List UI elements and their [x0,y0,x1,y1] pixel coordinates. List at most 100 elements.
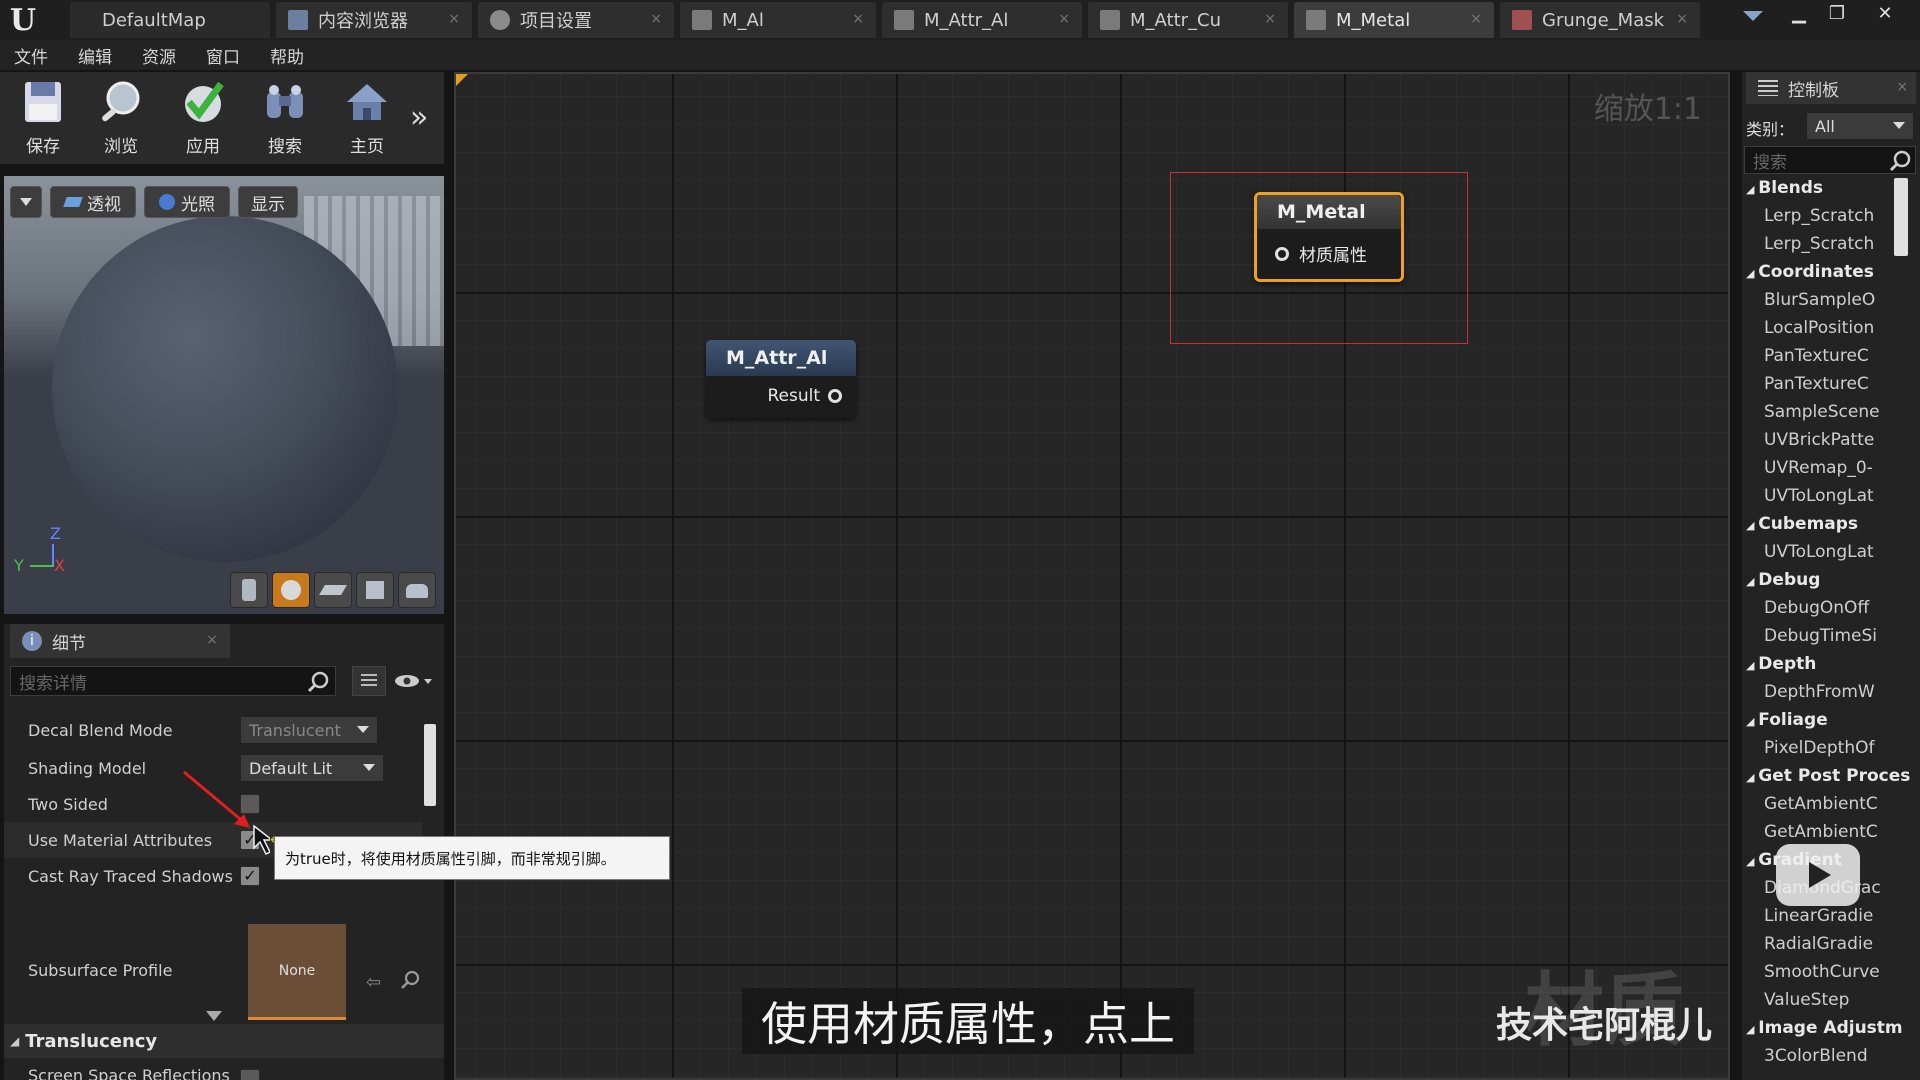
use-selected-arrow-icon[interactable]: ⇦ [366,972,381,993]
palette-item[interactable]: GetAmbientC [1742,822,1894,842]
sphere-preview-button[interactable] [272,572,310,608]
palette-item[interactable]: RadialGradie [1742,934,1894,954]
palette-item[interactable]: Lerp_Scratch [1742,206,1894,226]
palette-category[interactable]: ◢ Depth [1742,654,1918,674]
show-button[interactable]: 显示 [238,186,298,218]
tab-m-attr-cu[interactable]: M_Attr_Cu × [1088,2,1288,38]
teapot-preview-button[interactable] [398,572,436,608]
translucency-section-header[interactable]: ◢ Translucency [4,1024,444,1058]
tab-project-settings[interactable]: 项目设置 × [478,2,674,38]
close-icon[interactable]: × [1676,11,1688,27]
result-output-pin[interactable]: Result [767,386,842,406]
palette-category[interactable]: ◢ Debug [1742,570,1918,590]
close-icon[interactable]: × [1896,79,1908,95]
browse-search-icon[interactable] [400,970,420,990]
home-button[interactable]: 主页 [328,78,406,162]
palette-item[interactable]: UVToLongLat [1742,486,1894,506]
cube-preview-button[interactable] [356,572,394,608]
view-options-icon[interactable] [352,666,386,696]
details-scrollbar[interactable] [424,724,436,806]
close-icon[interactable]: × [852,11,864,27]
menu-edit[interactable]: 编辑 [78,43,112,68]
menu-help[interactable]: 帮助 [270,43,304,68]
plane-preview-button[interactable] [314,572,352,608]
palette-item[interactable]: ValueStep [1742,990,1894,1010]
palette-item[interactable]: DebugTimeSi [1742,626,1894,646]
subsurface-profile-thumbnail[interactable]: None [248,924,346,1020]
minimize-button[interactable]: ▁ [1782,0,1816,26]
palette-item[interactable]: PanTextureC [1742,346,1894,366]
material-function-icon [894,10,914,30]
palette-item[interactable]: DebugOnOff [1742,598,1894,618]
apply-button[interactable]: 应用 [164,78,242,162]
property-screen-space-reflections: Screen Space Reflections [4,1060,422,1080]
details-tab[interactable]: i 细节 × [10,624,230,658]
notification-icon[interactable] [1736,4,1770,30]
tab-grunge-mask[interactable]: Grunge_Mask × [1500,2,1700,38]
cast-ray-traced-shadows-checkbox[interactable]: ✓ [240,866,260,886]
material-graph-canvas[interactable]: 缩放1:1 M_Attr_Al Result M_Metal 材质属性 [454,72,1730,1080]
window-close-button[interactable]: ✕ [1868,0,1902,26]
close-icon[interactable]: × [1264,11,1276,27]
palette-category[interactable]: ◢ Get Post Proces [1742,766,1918,786]
palette-item[interactable]: LinearGradie [1742,906,1894,926]
tab-m-al[interactable]: M_Al × [680,2,876,38]
palette-item[interactable]: PixelDepthOf [1742,738,1894,758]
menu-window[interactable]: 窗口 [206,43,240,68]
decal-blend-mode-dropdown[interactable]: Translucent [240,716,378,744]
browse-button[interactable]: 浏览 [82,78,160,162]
expand-more-icon[interactable] [206,1006,222,1025]
node-m-metal[interactable]: M_Metal 材质属性 [1254,192,1404,282]
palette-item[interactable]: GetAmbientC [1742,794,1894,814]
lit-button[interactable]: 光照 [144,186,230,218]
chevron-down-icon [1893,122,1905,129]
viewport-options-button[interactable] [10,186,42,218]
toolbar-more-icon[interactable]: » [410,100,428,135]
palette-tab[interactable]: 控制板 × [1746,72,1916,104]
tab-m-attr-al[interactable]: M_Attr_Al × [882,2,1082,38]
maximize-button[interactable]: ❐ [1820,0,1854,26]
palette-item[interactable]: SmoothCurve [1742,962,1894,982]
material-preview-viewport[interactable]: 透视 光照 显示 Z Y X [4,176,444,614]
palette-category[interactable]: ◢ Cubemaps [1742,514,1918,534]
perspective-button[interactable]: 透视 [50,186,136,218]
palette-item[interactable]: DepthFromW [1742,682,1894,702]
close-icon[interactable]: × [448,11,460,27]
tab-m-metal[interactable]: M_Metal × [1294,2,1494,38]
eye-icon[interactable] [394,672,432,690]
palette-item[interactable]: Lerp_Scratch [1742,234,1894,254]
details-search-input[interactable]: 搜索详情 [10,666,336,696]
node-m-attr-al[interactable]: M_Attr_Al Result [706,340,856,418]
material-attributes-input-pin[interactable]: 材质属性 [1275,241,1367,266]
tab-defaultmap[interactable]: DefaultMap [70,2,270,38]
palette-item[interactable]: UVToLongLat [1742,542,1894,562]
cylinder-preview-button[interactable] [230,572,268,608]
palette-item[interactable]: BlurSampleO [1742,290,1894,310]
close-icon[interactable]: × [1470,11,1482,27]
menu-file[interactable]: 文件 [14,43,48,68]
unreal-logo-icon[interactable]: U [0,0,46,40]
category-label: Depth [1758,654,1817,674]
category-dropdown[interactable]: All [1806,112,1914,140]
palette-search-input[interactable]: 搜索 [1744,146,1916,174]
search-button[interactable]: 搜索 [246,78,324,162]
palette-category[interactable]: ◢ Blends [1742,178,1918,198]
details-tab-label: 细节 [52,633,86,654]
palette-item[interactable]: LocalPosition [1742,318,1894,338]
palette-item[interactable]: UVBrickPatte [1742,430,1894,450]
tab-content-browser[interactable]: 内容浏览器 × [276,2,472,38]
menu-asset[interactable]: 资源 [142,43,176,68]
palette-item[interactable]: 3ColorBlend [1742,1046,1894,1066]
palette-category[interactable]: ◢ Image Adjustm [1742,1018,1918,1038]
palette-item[interactable]: SampleScene [1742,402,1894,422]
save-button[interactable]: 保存 [4,78,82,162]
palette-scrollbar[interactable] [1894,178,1908,256]
screen-space-reflections-checkbox[interactable] [240,1069,260,1080]
close-icon[interactable]: × [650,11,662,27]
palette-item[interactable]: UVRemap_0- [1742,458,1894,478]
close-icon[interactable]: × [1058,11,1070,27]
palette-category[interactable]: ◢ Foliage [1742,710,1918,730]
palette-item[interactable]: PanTextureC [1742,374,1894,394]
close-icon[interactable]: × [206,632,218,648]
palette-category[interactable]: ◢ Coordinates [1742,262,1918,282]
